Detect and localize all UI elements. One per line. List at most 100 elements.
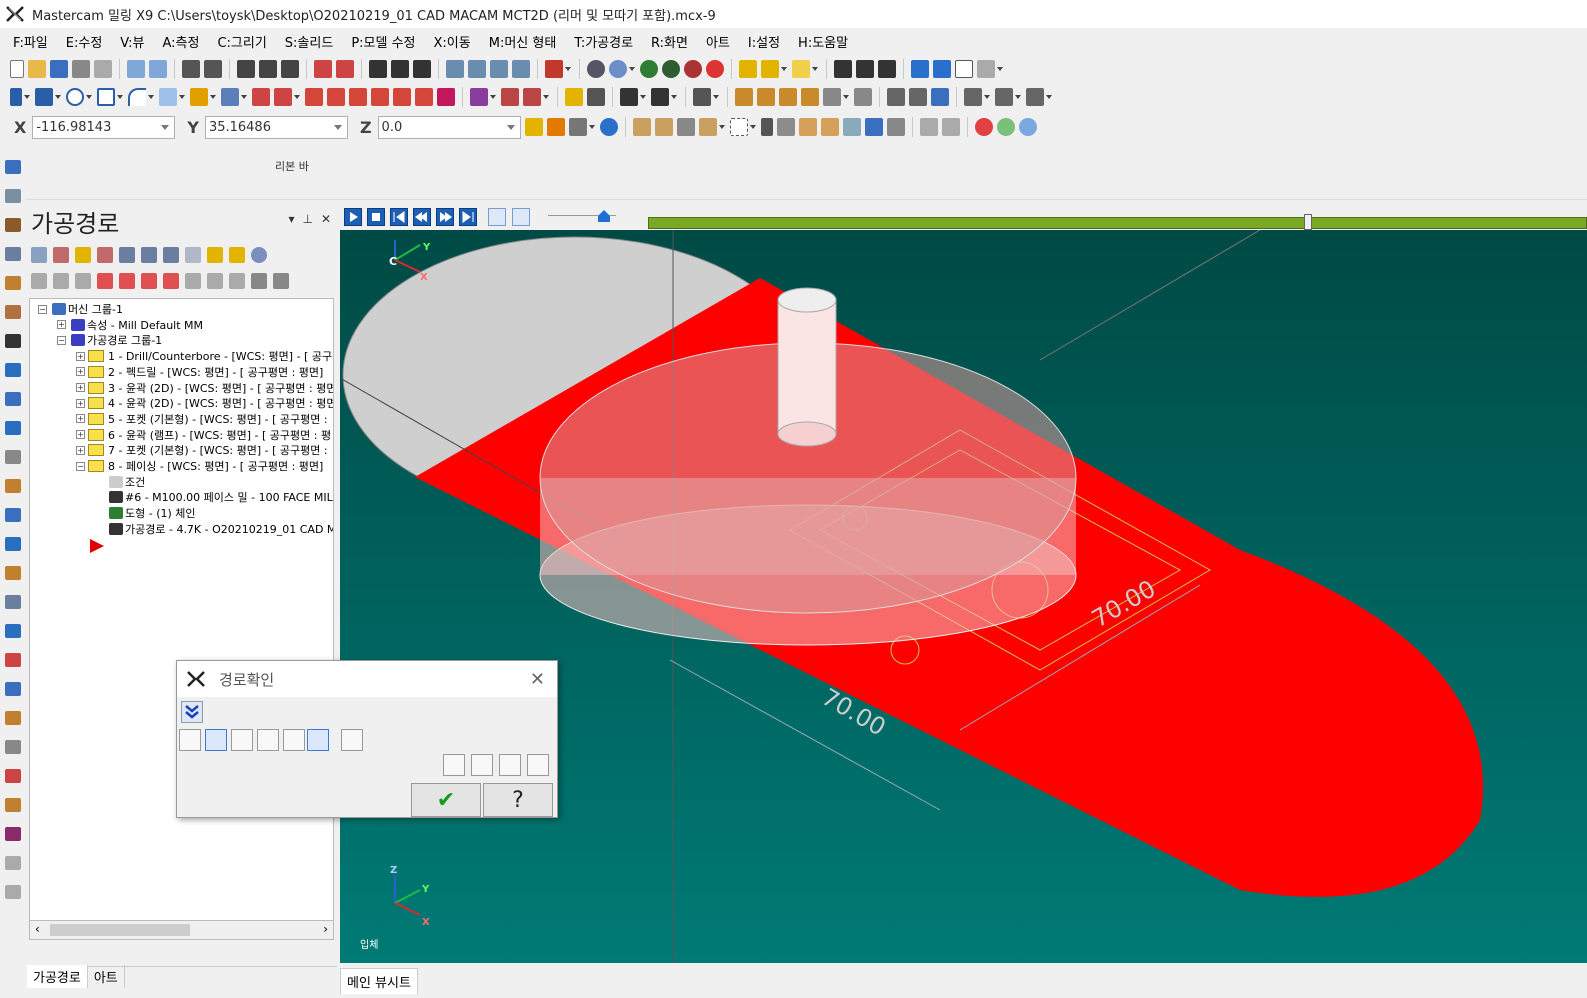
shading-red-icon[interactable] <box>706 60 724 78</box>
chevron-down-icon[interactable] <box>718 125 725 129</box>
left-tool-icon[interactable] <box>5 421 21 435</box>
tree-item[interactable]: − 8 - 페이싱 - [WCS: 평면] - [ 공구평면 : 평면] <box>76 458 323 474</box>
cursor-arrow-icon[interactable] <box>760 118 773 136</box>
clear-colors-icon[interactable] <box>792 60 810 78</box>
left-tool-icon[interactable] <box>5 595 21 609</box>
options-icon[interactable] <box>471 754 493 776</box>
menu-item[interactable]: C:그리기 <box>214 30 269 53</box>
step-forward-icon[interactable] <box>436 208 454 226</box>
play-icon[interactable] <box>344 208 362 226</box>
repaint-icon[interactable] <box>204 60 222 78</box>
unzoom-icon[interactable] <box>314 60 332 78</box>
chevron-down-icon[interactable] <box>565 67 571 71</box>
menu-item[interactable]: V:뷰 <box>117 30 147 53</box>
solid-revolve-icon[interactable] <box>757 88 775 106</box>
menu-item[interactable]: I:설정 <box>745 30 783 53</box>
move-to-origin-icon[interactable] <box>470 88 488 106</box>
expand-icon[interactable]: + <box>76 367 85 377</box>
tree-item[interactable]: − 머신 그룹-1 <box>38 301 123 317</box>
ok-circle-icon[interactable] <box>996 118 1015 136</box>
tree-item[interactable]: + 속성 - Mill Default MM <box>57 317 203 333</box>
surface-net-icon[interactable] <box>909 88 927 106</box>
open-file-icon[interactable] <box>28 60 46 78</box>
solid-extrude-icon[interactable] <box>735 88 753 106</box>
hatch-icon[interactable] <box>693 88 711 106</box>
camera-icon[interactable] <box>499 754 521 776</box>
left-tool-icon[interactable] <box>5 537 21 551</box>
chevron-down-icon[interactable] <box>490 95 496 99</box>
analyze-dist-icon[interactable] <box>878 60 896 78</box>
insert-arrow-icon[interactable] <box>141 273 157 289</box>
menu-item[interactable]: S:솔리드 <box>282 30 337 53</box>
g1-icon[interactable] <box>185 247 201 263</box>
xform-stretch-icon[interactable] <box>415 88 433 106</box>
tree-item[interactable]: − 가공경로 그룹-1 <box>57 332 162 348</box>
left-tool-icon[interactable] <box>5 450 21 464</box>
print-preview-icon[interactable] <box>94 60 112 78</box>
tree-item[interactable]: 조건 <box>95 474 145 490</box>
move-up-icon[interactable] <box>119 273 135 289</box>
view-top-icon[interactable] <box>446 60 464 78</box>
note-icon[interactable] <box>565 88 583 106</box>
fit-screen-icon[interactable] <box>182 60 200 78</box>
print-icon[interactable] <box>72 60 90 78</box>
graphics-viewport[interactable]: 70.00 70.00 Y C X Z Y X 입체 <box>340 230 1587 963</box>
left-tool-icon[interactable] <box>5 798 21 812</box>
tool-display-icon[interactable] <box>512 208 530 226</box>
trace-mode-icon[interactable] <box>488 208 506 226</box>
xform-translate-icon[interactable] <box>305 88 323 106</box>
chevron-down-icon[interactable] <box>1046 95 1052 99</box>
zoom-out-icon[interactable] <box>336 60 354 78</box>
select-only-icon[interactable] <box>941 118 960 136</box>
analyze-icon[interactable] <box>834 60 852 78</box>
stop-icon[interactable] <box>367 208 385 226</box>
menu-item[interactable]: R:화면 <box>648 30 691 53</box>
shading-icon[interactable] <box>640 60 658 78</box>
select-dirty-icon[interactable] <box>75 247 91 263</box>
dynamic-rotate-icon[interactable] <box>391 60 409 78</box>
only-display-icon[interactable] <box>185 273 201 289</box>
left-tool-icon[interactable] <box>5 624 21 638</box>
trim-icon[interactable] <box>252 88 270 106</box>
x-coord-input[interactable] <box>32 115 176 139</box>
view-iso-icon[interactable] <box>512 60 530 78</box>
solid-boolean-icon[interactable] <box>854 88 872 106</box>
backplot-icon[interactable] <box>119 247 135 263</box>
expand-icon[interactable]: + <box>76 398 85 408</box>
chevron-down-icon[interactable] <box>543 95 549 99</box>
info-alert-icon[interactable] <box>341 729 363 751</box>
stop-icon[interactable] <box>974 118 993 136</box>
left-tool-icon[interactable] <box>5 218 21 232</box>
xform-offset-icon[interactable] <box>371 88 389 106</box>
left-tool-icon[interactable] <box>5 740 21 754</box>
horizontal-scrollbar[interactable]: ‹ › <box>29 920 334 940</box>
chevron-down-icon[interactable] <box>671 95 677 99</box>
left-tool-icon[interactable] <box>5 885 21 899</box>
left-tool-icon[interactable] <box>5 305 21 319</box>
surface-icon[interactable] <box>887 88 905 106</box>
select-chain-icon[interactable] <box>654 118 673 136</box>
chevron-down-icon[interactable] <box>506 124 515 130</box>
spline-icon[interactable] <box>159 88 177 106</box>
dimension-horizontal-icon[interactable] <box>620 88 638 106</box>
chevron-down-icon[interactable] <box>86 95 92 99</box>
chevron-down-icon[interactable] <box>781 67 787 71</box>
view-side-icon[interactable] <box>490 60 508 78</box>
help-circle-icon[interactable] <box>251 247 267 263</box>
tree-item[interactable]: +2 - 펙드릴 - [WCS: 평면] - [ 공구평면 : 평면] <box>76 364 323 380</box>
arc-icon[interactable] <box>128 88 146 106</box>
line-icon[interactable] <box>35 88 53 106</box>
left-tool-icon[interactable] <box>5 189 21 203</box>
chevron-down-icon[interactable] <box>843 95 849 99</box>
select-level-icon[interactable] <box>632 118 651 136</box>
simulate-icon[interactable] <box>163 247 179 263</box>
pencil-icon[interactable] <box>739 60 757 78</box>
parameters-icon[interactable] <box>443 754 465 776</box>
step-back-icon[interactable] <box>413 208 431 226</box>
left-tool-icon[interactable] <box>5 334 21 348</box>
circle-icon[interactable] <box>66 88 84 106</box>
menu-item[interactable]: A:측정 <box>159 30 202 53</box>
skip-start-icon[interactable] <box>390 208 408 226</box>
toggle-display-icon[interactable] <box>53 273 69 289</box>
snap-x-icon[interactable] <box>568 118 587 136</box>
